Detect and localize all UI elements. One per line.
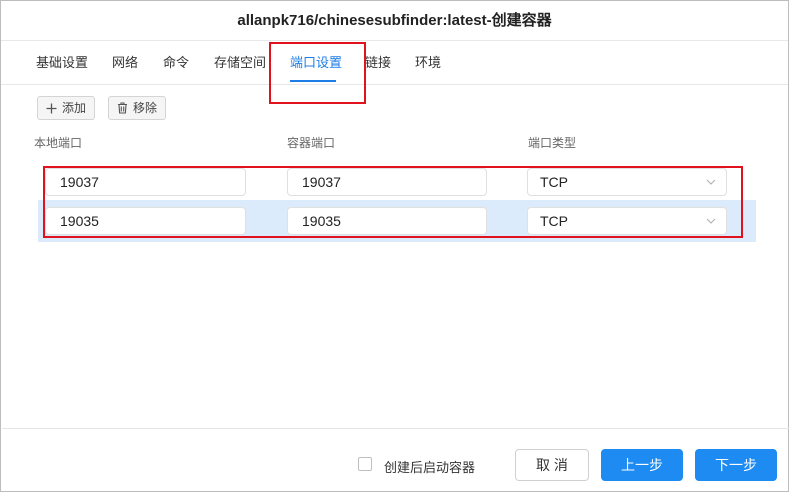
remove-port-label: 移除 <box>133 101 158 115</box>
local-port-input[interactable]: 19037 <box>45 168 246 196</box>
header-port-type: 端口类型 <box>528 136 577 150</box>
chevron-down-icon <box>706 218 716 224</box>
port-type-select[interactable]: TCP <box>527 168 727 196</box>
add-port-label: 添加 <box>62 101 87 115</box>
active-tab-indicator <box>290 80 336 82</box>
port-type-select[interactable]: TCP <box>527 207 727 235</box>
tab-basic-settings[interactable]: 基础设置 <box>36 42 88 85</box>
container-port-input[interactable]: 19037 <box>287 168 487 196</box>
local-port-input[interactable]: 19035 <box>45 207 246 235</box>
tab-environment[interactable]: 环境 <box>415 42 441 85</box>
plus-icon <box>46 103 57 113</box>
tab-storage[interactable]: 存储空间 <box>214 42 266 85</box>
create-container-dialog: allanpk716/chinesesubfinder:latest-创建容器 … <box>0 0 789 492</box>
next-step-button[interactable]: 下一步 <box>695 449 777 481</box>
header-local-port: 本地端口 <box>34 136 83 150</box>
port-type-value: TCP <box>540 174 568 190</box>
remove-port-button[interactable]: 移除 <box>108 96 167 120</box>
auto-start-label[interactable]: 创建后启动容器 <box>384 457 475 476</box>
tab-network[interactable]: 网络 <box>112 42 138 85</box>
tab-bar: 基础设置 网络 命令 存储空间 端口设置 链接 环境 <box>1 42 788 85</box>
tab-links[interactable]: 链接 <box>365 42 391 85</box>
add-port-button[interactable]: 添加 <box>37 96 96 120</box>
port-type-value: TCP <box>540 213 568 229</box>
tab-command[interactable]: 命令 <box>163 42 189 85</box>
dialog-title: allanpk716/chinesesubfinder:latest-创建容器 <box>1 1 788 41</box>
container-port-input[interactable]: 19035 <box>287 207 487 235</box>
header-container-port: 容器端口 <box>287 136 336 150</box>
cancel-button[interactable]: 取 消 <box>515 449 589 481</box>
tab-port-settings[interactable]: 端口设置 <box>290 42 342 85</box>
previous-step-button[interactable]: 上一步 <box>601 449 683 481</box>
footer-divider <box>2 428 789 429</box>
chevron-down-icon <box>706 179 716 185</box>
auto-start-checkbox[interactable] <box>358 457 372 471</box>
trash-icon <box>118 102 127 114</box>
